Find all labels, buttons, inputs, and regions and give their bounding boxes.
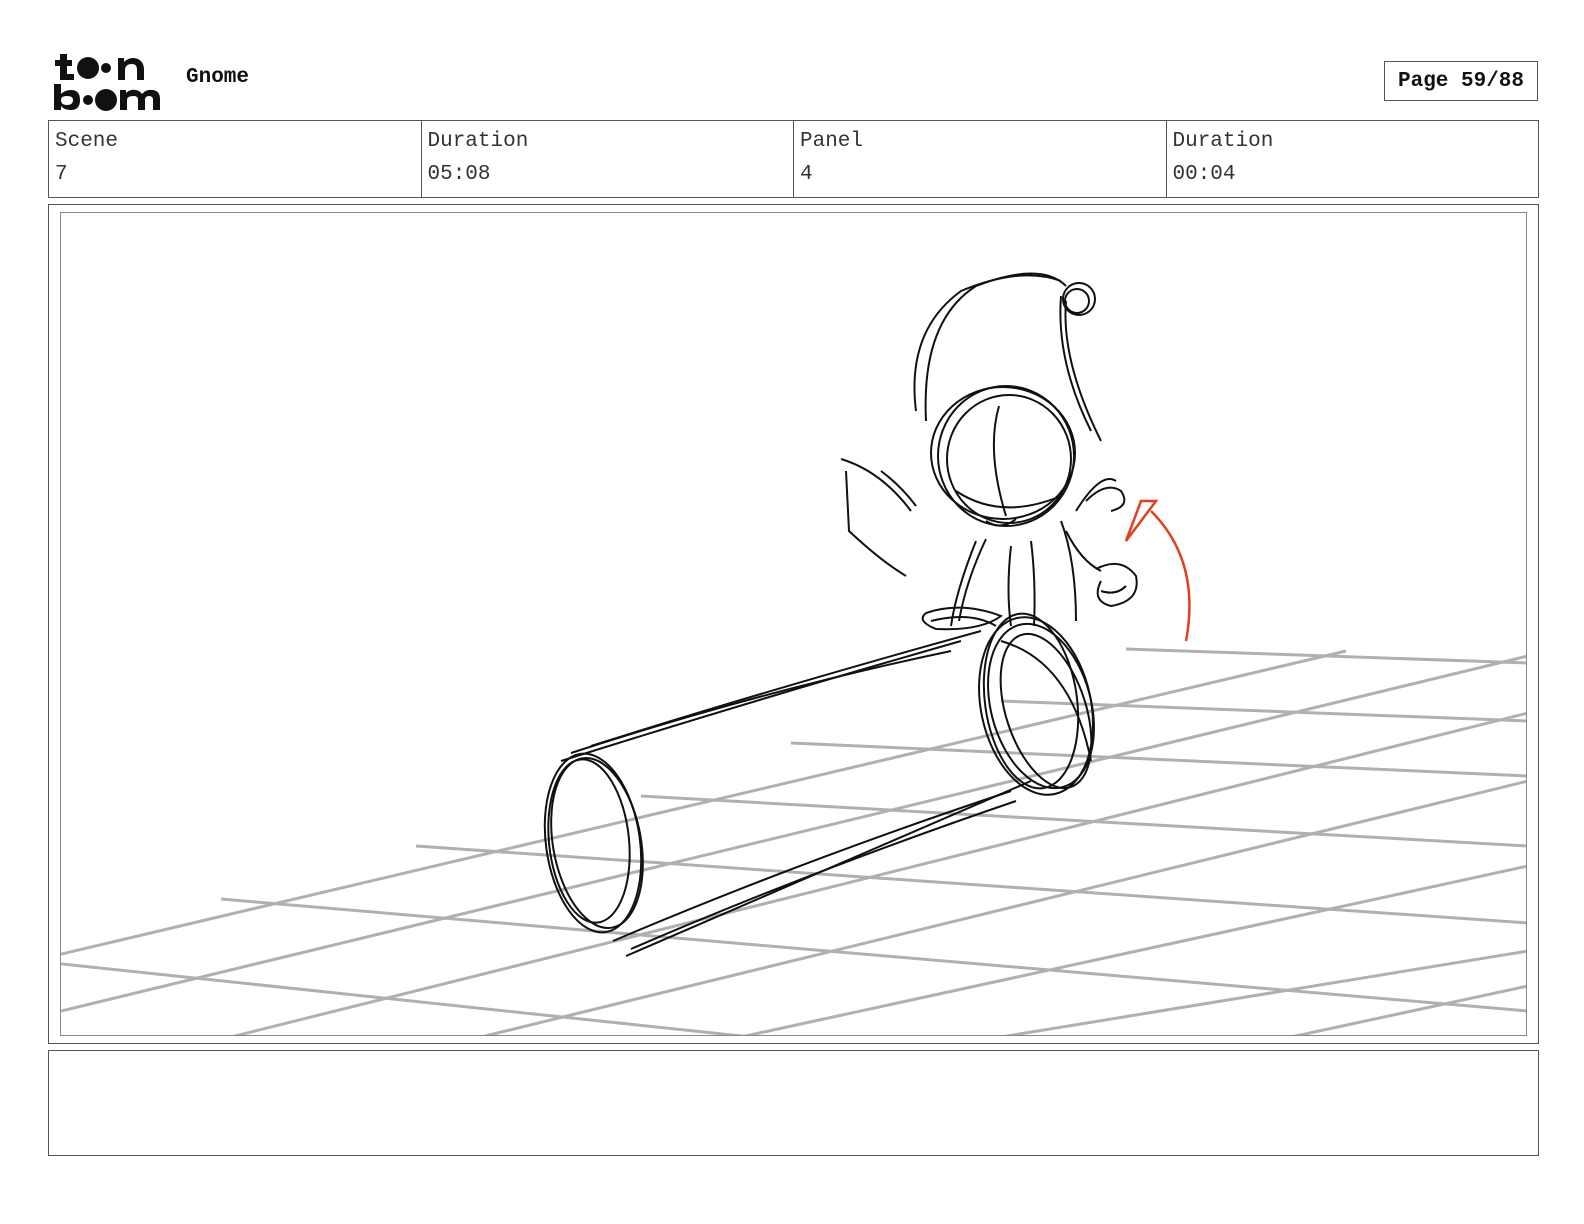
toon-boom-logo [50, 50, 170, 114]
panel-drawing [60, 212, 1527, 1036]
scene-duration-cell: Duration 05:08 [420, 121, 794, 197]
panel-duration-label: Duration [1172, 130, 1274, 153]
scene-label: Scene [55, 130, 119, 153]
panel-notes [48, 1050, 1539, 1156]
gnome-sketch [840, 272, 1138, 631]
panel-info-table: Scene 7 Duration 05:08 Panel 4 Duration … [48, 120, 1539, 198]
floor-grid [61, 647, 1526, 1035]
panel-value: 4 [800, 163, 813, 186]
page-number: Page 59/88 [1384, 61, 1538, 101]
panel-cell: Panel 4 [793, 121, 1166, 197]
panel-label: Panel [800, 130, 864, 153]
panel-duration-cell: Duration 00:04 [1165, 121, 1539, 197]
scene-cell: Scene 7 [49, 121, 421, 197]
scene-duration-value: 05:08 [427, 163, 491, 186]
toon-boom-logo-mark [54, 54, 160, 111]
project-title: Gnome [186, 66, 250, 89]
panel-duration-value: 00:04 [1172, 163, 1236, 186]
action-arrow [1124, 499, 1191, 642]
storyboard-sketch [61, 272, 1526, 1035]
scene-duration-label: Duration [427, 130, 529, 153]
scene-value: 7 [55, 163, 68, 186]
